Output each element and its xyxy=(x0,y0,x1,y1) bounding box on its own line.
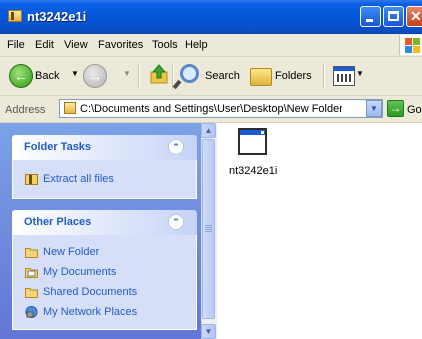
scrollbar-grip-icon xyxy=(205,225,212,233)
toolbar-separator xyxy=(138,63,140,89)
search-icon[interactable] xyxy=(180,64,199,83)
maximize-icon xyxy=(388,11,399,21)
collapse-chevron-icon[interactable]: ⌃ xyxy=(168,139,184,155)
my-documents-label: My Documents xyxy=(43,266,117,278)
close-button[interactable]: ✕ xyxy=(406,6,422,27)
menu-tools[interactable]: Tools xyxy=(152,39,178,51)
scroll-down-button[interactable]: ▼ xyxy=(201,324,216,339)
views-icon[interactable] xyxy=(333,66,355,86)
minimize-button[interactable] xyxy=(360,6,381,27)
forward-arrow-icon: → xyxy=(88,68,102,84)
folder-tasks-title: Folder Tasks xyxy=(24,141,92,153)
folder-tasks-body: Extract all files xyxy=(12,160,197,199)
application-window-icon[interactable] xyxy=(238,128,267,155)
go-button[interactable]: Go xyxy=(407,104,422,116)
new-folder-label: New Folder xyxy=(43,246,100,258)
views-dropdown-icon[interactable]: ▼ xyxy=(356,69,364,78)
toolbar-separator xyxy=(323,63,325,89)
address-input[interactable]: C:\Documents and Settings\User\Desktop\N… xyxy=(80,103,342,115)
network-places-icon xyxy=(25,306,38,318)
forward-button[interactable]: → xyxy=(83,64,107,88)
window-title: nt3242e1i xyxy=(27,9,87,24)
shared-folder-icon xyxy=(25,288,38,298)
menu-view[interactable]: View xyxy=(64,39,88,51)
back-dropdown-icon[interactable]: ▼ xyxy=(71,69,79,78)
menu-favorites[interactable]: Favorites xyxy=(98,39,143,51)
back-arrow-icon: ← xyxy=(14,68,28,84)
up-folder-button[interactable] xyxy=(150,64,168,84)
back-label[interactable]: Back xyxy=(35,70,59,82)
windows-logo-icon xyxy=(399,35,422,55)
back-button[interactable]: ← xyxy=(9,64,33,88)
extract-zip-icon xyxy=(25,174,38,185)
extract-all-files-label: Extract all files xyxy=(43,173,114,185)
folder-icon xyxy=(25,248,38,258)
other-places-header[interactable]: Other Places ⌃ xyxy=(12,210,197,235)
maximize-button[interactable] xyxy=(383,6,404,27)
address-label: Address xyxy=(5,104,46,116)
forward-dropdown-icon[interactable]: ▼ xyxy=(123,69,131,78)
go-arrow-icon[interactable]: → xyxy=(387,100,404,117)
collapse-chevron-icon[interactable]: ⌃ xyxy=(168,214,184,230)
other-places-title: Other Places xyxy=(24,216,92,228)
menu-help[interactable]: Help xyxy=(185,39,208,51)
file-view[interactable] xyxy=(217,123,422,339)
address-dropdown-button[interactable]: ▼ xyxy=(366,100,382,117)
scroll-up-button[interactable]: ▲ xyxy=(201,123,216,138)
zip-folder-icon xyxy=(64,102,76,114)
menu-bar: File Edit View Favorites Tools Help xyxy=(0,34,422,57)
my-documents-icon xyxy=(25,268,38,278)
file-name[interactable]: nt3242e1i xyxy=(229,165,277,177)
menu-edit[interactable]: Edit xyxy=(35,39,54,51)
zip-folder-icon xyxy=(8,10,22,22)
close-icon: ✕ xyxy=(410,8,422,24)
folders-button[interactable]: Folders xyxy=(275,70,312,82)
my-network-places-label: My Network Places xyxy=(43,306,138,318)
shared-documents-label: Shared Documents xyxy=(43,286,138,298)
menu-file[interactable]: File xyxy=(7,39,25,51)
minimize-icon xyxy=(366,19,373,22)
folder-tasks-header[interactable]: Folder Tasks ⌃ xyxy=(12,135,197,160)
task-pane: Folder Tasks ⌃ Extract all files Other P… xyxy=(0,123,201,339)
folders-icon[interactable] xyxy=(250,68,272,86)
other-places-body: New Folder My Documents Shared Documents… xyxy=(12,235,197,330)
search-button[interactable]: Search xyxy=(205,70,240,82)
